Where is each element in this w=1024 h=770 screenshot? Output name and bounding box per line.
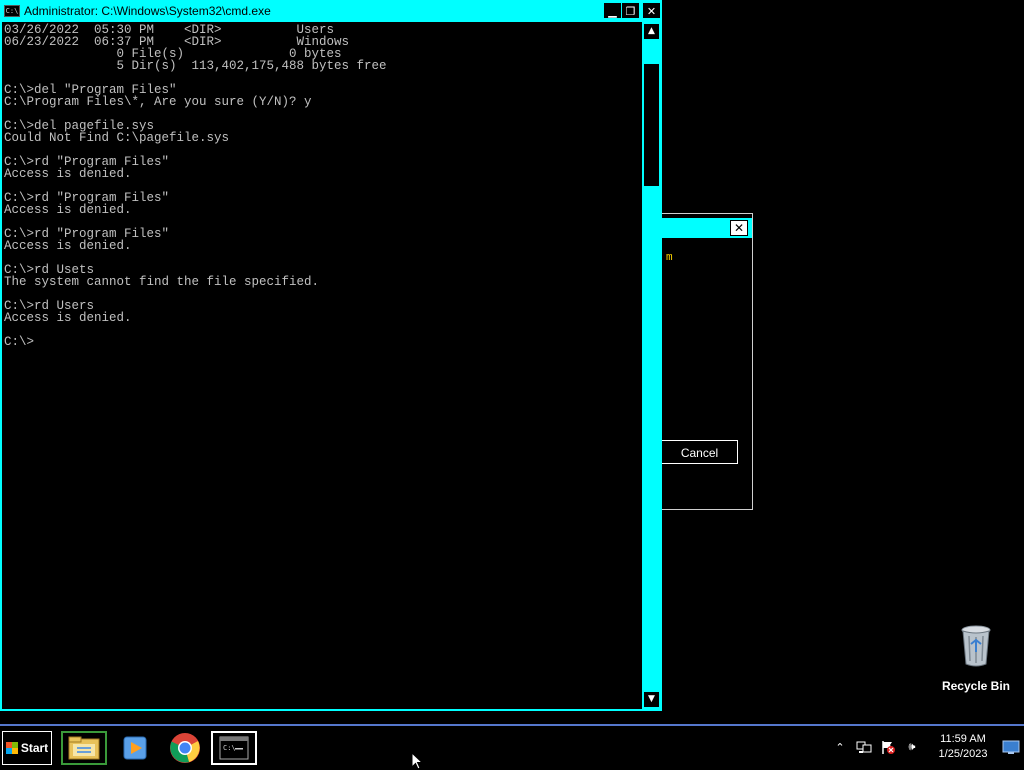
scroll-thumb[interactable] <box>644 64 659 186</box>
taskbar-command-prompt[interactable]: C:\ <box>211 731 257 765</box>
window-title: Administrator: C:\Windows\System32\cmd.e… <box>24 4 271 18</box>
network-icon[interactable] <box>855 738 873 756</box>
windows-logo-icon <box>5 742 18 754</box>
recycle-bin-label: Recycle Bin <box>941 679 1011 693</box>
dialog-partial-text: m <box>666 252 673 264</box>
mouse-cursor-icon <box>411 752 423 770</box>
system-clock[interactable]: 11:59 AM 1/25/2023 <box>928 732 998 762</box>
console-output: 03/26/2022 05:30 PM <DIR> Users 06/23/20… <box>4 23 387 349</box>
close-button[interactable]: ✕ <box>643 3 660 18</box>
command-prompt-icon: C:\ <box>219 736 249 760</box>
taskbar-chrome[interactable] <box>162 731 208 765</box>
vertical-scrollbar[interactable]: ▲ ▼ <box>643 22 660 709</box>
clock-date: 1/25/2023 <box>938 748 988 760</box>
taskbar-media-player[interactable] <box>112 731 158 765</box>
scroll-up-arrow[interactable]: ▲ <box>644 24 659 39</box>
system-tray: ⌃ 🕪 11:59 AM 1/25/2023 <box>828 726 1024 768</box>
recycle-bin-shortcut[interactable]: Recycle Bin <box>936 624 1016 693</box>
show-desktop-icon[interactable] <box>1002 738 1020 756</box>
svg-text:C:\: C:\ <box>223 744 236 752</box>
file-explorer-icon <box>68 736 100 760</box>
dialog-close-button[interactable]: ✕ <box>730 220 748 236</box>
taskbar-file-explorer[interactable] <box>61 731 107 765</box>
maximize-button[interactable]: ❐ <box>622 3 639 18</box>
start-label: Start <box>20 741 49 755</box>
console-area[interactable]: 03/26/2022 05:30 PM <DIR> Users 06/23/20… <box>2 22 642 709</box>
volume-icon[interactable]: 🕪 <box>903 738 921 756</box>
action-center-flag-icon[interactable] <box>879 738 897 756</box>
cancel-button[interactable]: Cancel <box>662 440 738 464</box>
background-dialog: ✕ m Cancel <box>662 213 753 510</box>
clock-time: 11:59 AM <box>940 733 986 745</box>
start-button[interactable]: Start <box>2 731 52 765</box>
minimize-button[interactable]: ▁ <box>604 3 621 18</box>
scroll-down-arrow[interactable]: ▼ <box>644 692 659 707</box>
recycle-bin-icon <box>961 625 991 667</box>
media-player-icon <box>123 736 147 760</box>
cmd-app-icon[interactable]: C:\ <box>4 5 20 17</box>
chrome-icon <box>170 733 200 763</box>
show-hidden-icons-icon[interactable]: ⌃ <box>831 738 849 756</box>
cmd-titlebar[interactable]: C:\ Administrator: C:\Windows\System32\c… <box>2 2 660 20</box>
cmd-window: C:\ Administrator: C:\Windows\System32\c… <box>0 0 662 711</box>
taskbar: Start C:\ ⌃ 🕪 11:59 AM 1/25/2023 <box>0 724 1024 768</box>
dialog-titlebar: ✕ <box>662 218 752 238</box>
